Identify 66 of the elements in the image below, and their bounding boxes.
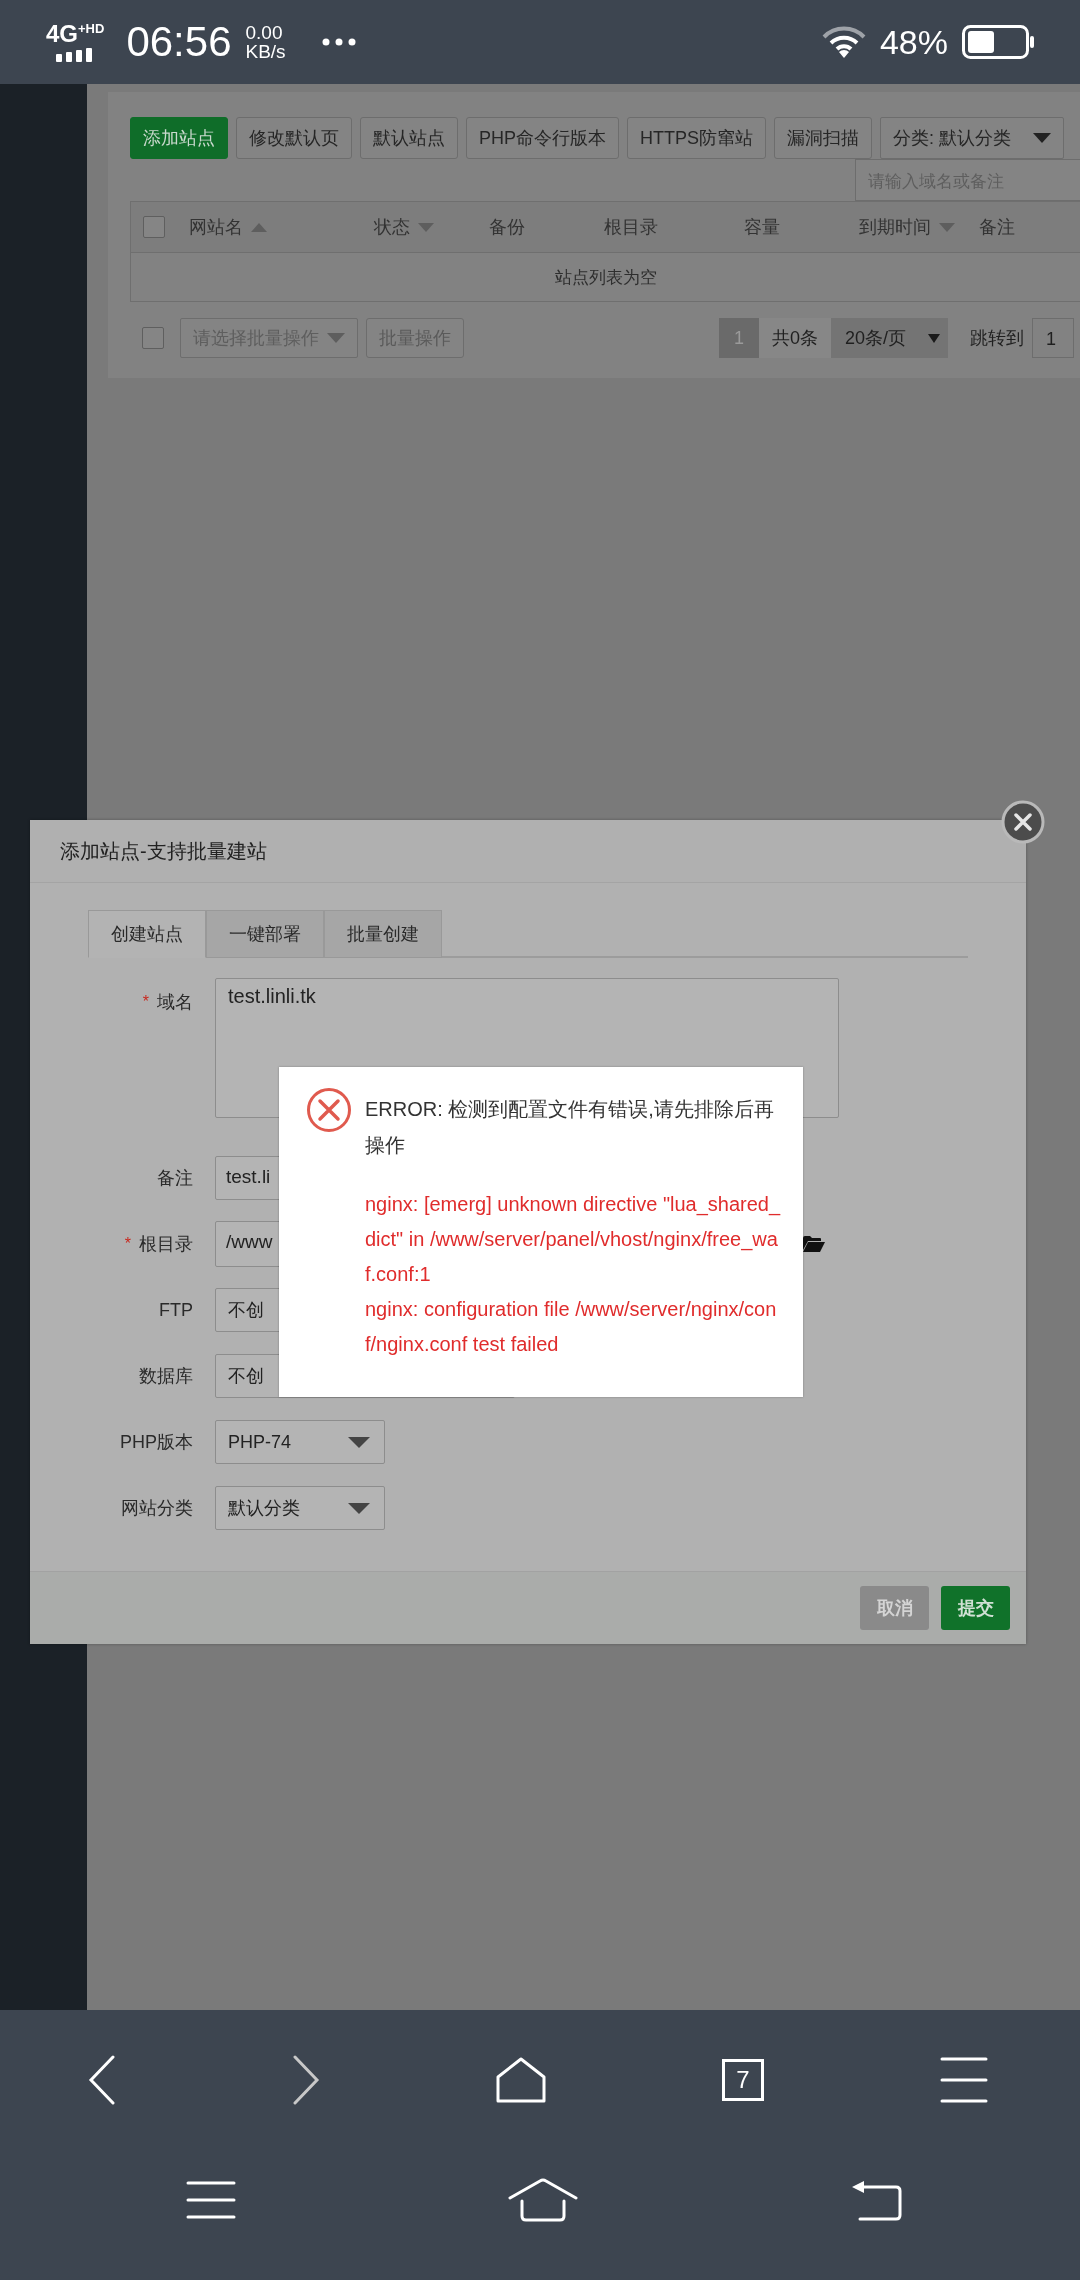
toolbar-button[interactable]: 修改默认页: [236, 117, 352, 159]
battery-percent: 48%: [879, 22, 948, 62]
jump-field[interactable]: 1: [1032, 318, 1074, 358]
clock-time: 06:56: [126, 18, 232, 66]
caret-icon: [327, 333, 345, 343]
network-indicator: 4G$^{+HD}$: [46, 22, 105, 62]
menu-icon[interactable]: [940, 2057, 988, 2103]
forward-icon[interactable]: [292, 2055, 320, 2105]
close-button[interactable]: [1001, 800, 1045, 844]
select-all-checkbox[interactable]: [142, 216, 165, 238]
required-mark: *: [142, 993, 149, 1011]
column-header[interactable]: 容量: [744, 215, 780, 239]
column-header[interactable]: 状态: [374, 215, 410, 239]
toolbar-button[interactable]: PHP命令行版本: [466, 117, 619, 159]
page-size-select[interactable]: 20条/页: [831, 318, 948, 358]
column-header[interactable]: 根目录: [604, 215, 658, 239]
toolbar-button[interactable]: HTTPS防窜站: [627, 117, 767, 159]
toolbar-button[interactable]: 漏洞扫描: [774, 117, 873, 159]
column-header[interactable]: 到期时间: [859, 215, 931, 239]
more-icon: [321, 38, 356, 46]
back-icon[interactable]: [88, 2055, 116, 2105]
caret-icon: [1033, 133, 1052, 143]
folder-icon[interactable]: [803, 1236, 825, 1252]
dialog-tab[interactable]: 一键部署: [206, 910, 324, 958]
battery-icon: [962, 25, 1036, 59]
tabs-button[interactable]: 7: [722, 2059, 764, 2101]
sort-descending-icon: [418, 222, 434, 232]
field-label: 备注: [157, 1167, 193, 1190]
caret-icon: [348, 1502, 370, 1514]
caret-icon: [928, 333, 940, 343]
empty-message: 站点列表为空: [554, 266, 657, 289]
select-field[interactable]: 默认分类: [215, 1486, 385, 1530]
category-select[interactable]: 分类: 默认分类: [880, 117, 1065, 159]
home-icon[interactable]: [496, 2057, 546, 2103]
error-detail: nginx: configuration file /www/server/nginx/conf/nginx.conf test failed: [365, 1297, 778, 1357]
toolbar-button[interactable]: 默认站点: [360, 117, 458, 159]
row-checkbox[interactable]: [142, 327, 164, 349]
error-icon: [306, 1087, 352, 1133]
select-field[interactable]: PHP-74: [215, 1420, 385, 1464]
dialog-title: 添加站点-支持批量建站: [60, 838, 267, 864]
toolbar-button[interactable]: 添加站点: [130, 117, 228, 159]
speed-value: 0.00: [245, 23, 284, 42]
field-label: PHP版本: [120, 1431, 193, 1454]
field-label: FTP: [159, 1299, 193, 1321]
menu-icon[interactable]: [186, 2181, 236, 2219]
field-label: 根目录: [139, 1233, 193, 1256]
dialog-tab[interactable]: 创建站点: [88, 910, 206, 958]
back-icon[interactable]: [850, 2179, 902, 2221]
home-icon[interactable]: [508, 2178, 578, 2222]
column-header[interactable]: 备份: [489, 215, 525, 239]
cancel-button[interactable]: 取消: [860, 1586, 929, 1630]
field-label: 网站分类: [121, 1497, 193, 1520]
wifi-icon: [821, 25, 866, 59]
field-label: 域名: [157, 991, 193, 1014]
required-mark: *: [124, 1235, 131, 1253]
total-count: 共0条: [759, 318, 831, 358]
sort-ascending-icon: [251, 222, 267, 232]
column-header[interactable]: 网站名: [189, 215, 243, 239]
sort-descending-icon: [939, 222, 955, 232]
column-header[interactable]: 备注: [979, 215, 1015, 239]
speed-unit: KB/s: [245, 42, 286, 61]
field-label: 数据库: [139, 1365, 193, 1388]
submit-button[interactable]: 提交: [941, 1586, 1010, 1630]
dialog-tab[interactable]: 批量创建: [324, 910, 442, 958]
caret-icon: [348, 1436, 370, 1448]
jump-label: 跳转到: [970, 327, 1024, 350]
